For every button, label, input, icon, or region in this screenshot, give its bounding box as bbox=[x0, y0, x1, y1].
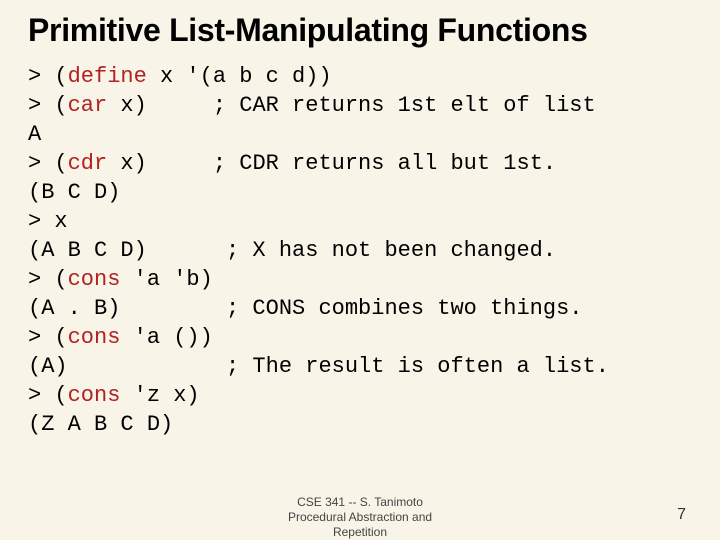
code-line: > (cons 'a ()) bbox=[28, 325, 213, 350]
t: 'a 'b) bbox=[120, 267, 212, 292]
t: > ( bbox=[28, 325, 68, 350]
code-line: (A) ; The result is often a list. bbox=[28, 354, 609, 379]
footer-line: Procedural Abstraction and bbox=[0, 510, 720, 525]
slide-title: Primitive List-Manipulating Functions bbox=[28, 12, 700, 49]
code-line: > (cdr x) ; CDR returns all but 1st. bbox=[28, 151, 556, 176]
slide: Primitive List-Manipulating Functions > … bbox=[0, 0, 720, 540]
t: x) ; CAR returns 1st elt of list bbox=[107, 93, 595, 118]
page-number: 7 bbox=[677, 506, 686, 524]
code-line: A bbox=[28, 122, 41, 147]
t: > ( bbox=[28, 151, 68, 176]
code-line: > x bbox=[28, 209, 68, 234]
t: > ( bbox=[28, 64, 68, 89]
code-block: > (define x '(a b c d)) > (car x) ; CAR … bbox=[28, 62, 700, 439]
code-line: (B C D) bbox=[28, 180, 120, 205]
keyword-car: car bbox=[68, 93, 108, 118]
code-line: (A B C D) ; X has not been changed. bbox=[28, 238, 556, 263]
t: x) ; CDR returns all but 1st. bbox=[107, 151, 556, 176]
code-line: > (cons 'a 'b) bbox=[28, 267, 213, 292]
t: > ( bbox=[28, 93, 68, 118]
t: > ( bbox=[28, 267, 68, 292]
t: x '(a b c d)) bbox=[147, 64, 332, 89]
keyword-cons: cons bbox=[68, 325, 121, 350]
keyword-define: define bbox=[68, 64, 147, 89]
code-line: (Z A B C D) bbox=[28, 412, 173, 437]
code-line: (A . B) ; CONS combines two things. bbox=[28, 296, 583, 321]
keyword-cons: cons bbox=[68, 383, 121, 408]
footer-line: Repetition bbox=[0, 525, 720, 540]
code-line: > (car x) ; CAR returns 1st elt of list bbox=[28, 93, 596, 118]
keyword-cdr: cdr bbox=[68, 151, 108, 176]
slide-footer: CSE 341 -- S. Tanimoto Procedural Abstra… bbox=[0, 495, 720, 540]
footer-line: CSE 341 -- S. Tanimoto bbox=[0, 495, 720, 510]
t: 'z x) bbox=[120, 383, 199, 408]
t: 'a ()) bbox=[120, 325, 212, 350]
code-line: > (cons 'z x) bbox=[28, 383, 200, 408]
t: > ( bbox=[28, 383, 68, 408]
code-line: > (define x '(a b c d)) bbox=[28, 64, 332, 89]
keyword-cons: cons bbox=[68, 267, 121, 292]
